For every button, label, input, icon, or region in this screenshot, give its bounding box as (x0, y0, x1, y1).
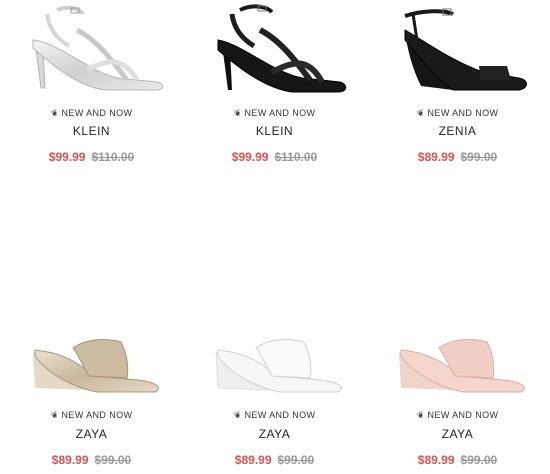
new-and-now-tag: ❦ NEW AND NOW (414, 408, 499, 422)
product-prices: $89.99 $99.00 (0, 453, 183, 467)
new-and-now-tag: ❦ NEW AND NOW (231, 106, 316, 120)
product-prices: $89.99 $99.00 (366, 453, 549, 467)
sale-price: $89.99 (417, 150, 455, 164)
product-grid: ❦ NEW AND NOW KLEIN $99.99 $110.00 ❦ NEW AN… (0, 0, 550, 474)
product-name[interactable]: KLEIN (183, 124, 366, 138)
leaf-icon: ❦ (414, 408, 426, 422)
original-price: $99.00 (94, 453, 132, 467)
leaf-icon: ❦ (231, 106, 243, 120)
original-price: $110.00 (274, 150, 318, 164)
product-prices: $89.99 $99.00 (183, 453, 366, 467)
new-and-now-tag: ❦ NEW AND NOW (48, 106, 133, 120)
sale-price: $89.99 (234, 453, 272, 467)
product-name[interactable]: ZAYA (183, 427, 366, 441)
sale-price: $99.99 (48, 150, 86, 164)
new-and-now-tag: ❦ NEW AND NOW (48, 408, 133, 422)
product-name[interactable]: ZAYA (366, 427, 549, 441)
original-price: $99.00 (460, 150, 498, 164)
product-image[interactable] (0, 0, 183, 100)
product-image[interactable] (0, 330, 183, 400)
sale-price: $89.99 (51, 453, 89, 467)
product-image[interactable] (366, 330, 549, 400)
product-image[interactable] (183, 330, 366, 400)
leaf-icon: ❦ (231, 408, 243, 422)
leaf-icon: ❦ (48, 106, 60, 120)
sale-price: $89.99 (417, 453, 455, 467)
product-name[interactable]: ZAYA (0, 427, 183, 441)
leaf-icon: ❦ (48, 408, 60, 422)
product-name[interactable]: ZENIA (366, 124, 549, 138)
original-price: $99.00 (277, 453, 315, 467)
leaf-icon: ❦ (414, 106, 426, 120)
product-prices: $99.99 $110.00 (0, 150, 183, 164)
product-image[interactable] (183, 0, 366, 100)
product-prices: $99.99 $110.00 (183, 150, 366, 164)
product-prices: $89.99 $99.00 (366, 150, 549, 164)
product-name[interactable]: KLEIN (0, 124, 183, 138)
new-and-now-tag: ❦ NEW AND NOW (231, 408, 316, 422)
original-price: $110.00 (91, 150, 135, 164)
original-price: $99.00 (460, 453, 498, 467)
product-image[interactable] (366, 0, 549, 100)
new-and-now-tag: ❦ NEW AND NOW (414, 106, 499, 120)
sale-price: $99.99 (231, 150, 269, 164)
